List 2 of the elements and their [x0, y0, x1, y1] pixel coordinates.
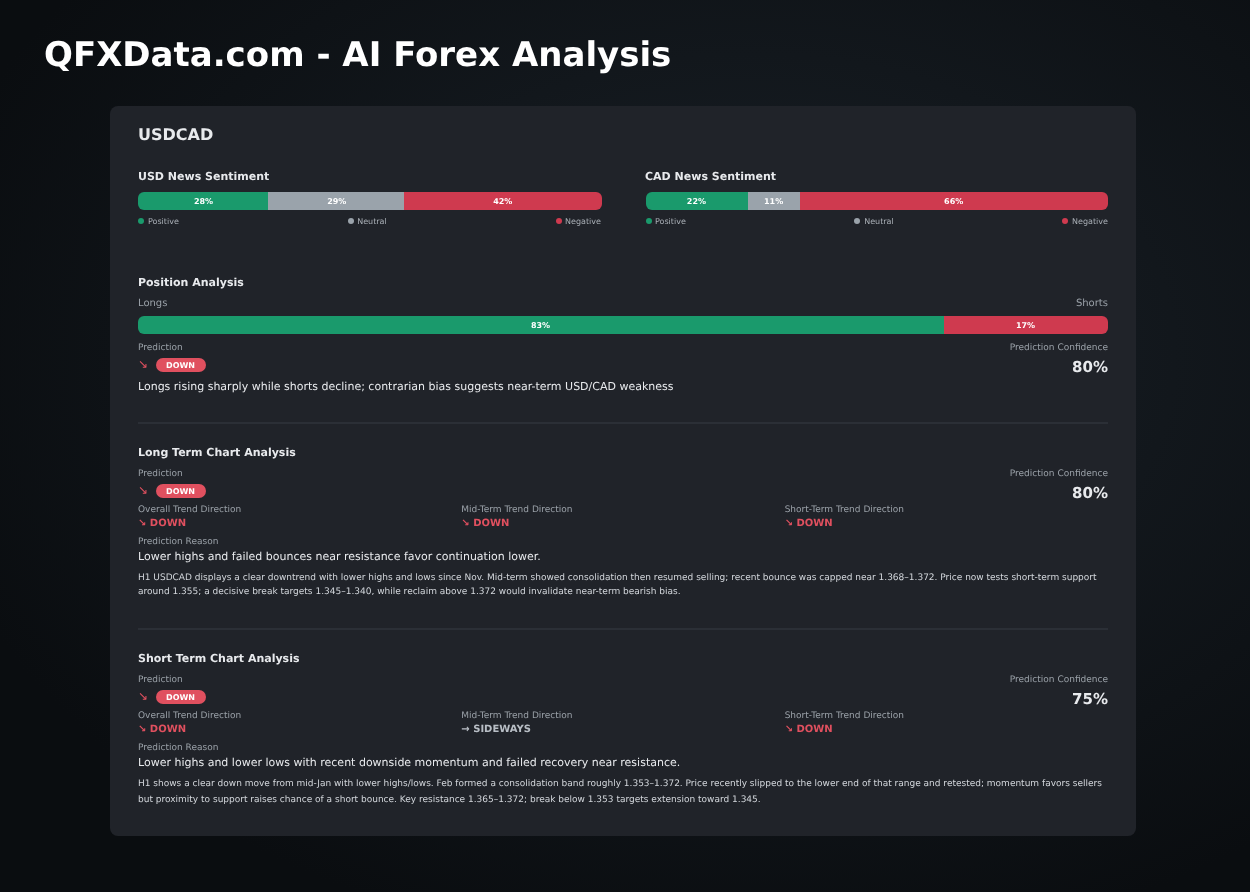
page-title: QFXData.com - AI Forex Analysis: [42, 34, 674, 74]
pair-title: USDCAD: [138, 126, 216, 144]
